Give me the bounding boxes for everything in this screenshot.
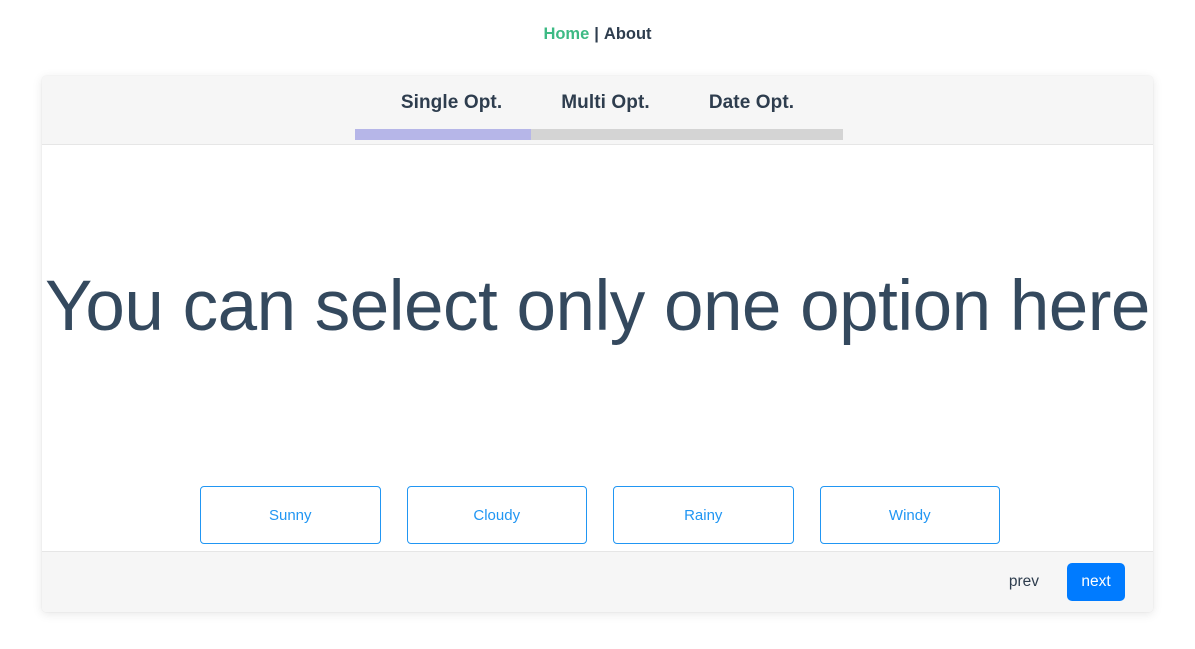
option-list: Sunny Cloudy Rainy Windy — [200, 486, 1000, 544]
step-heading: You can select only one option here — [45, 267, 1150, 346]
option-button-windy[interactable]: Windy — [819, 486, 1000, 544]
option-button-sunny[interactable]: Sunny — [200, 486, 381, 544]
page-root: Home | About Single Opt. Multi Opt. Date… — [0, 0, 1195, 649]
option-button-cloudy[interactable]: Cloudy — [406, 486, 587, 544]
top-navigation: Home | About — [0, 0, 1195, 68]
option-button-rainy[interactable]: Rainy — [613, 486, 794, 544]
nav-link-home[interactable]: Home — [543, 25, 589, 44]
wizard-progress-fill — [355, 129, 531, 140]
wizard-card: Single Opt. Multi Opt. Date Opt. You can… — [42, 76, 1153, 612]
tab-single-opt[interactable]: Single Opt. — [401, 92, 502, 114]
nav-link-about[interactable]: About — [604, 25, 652, 44]
next-button[interactable]: next — [1067, 563, 1125, 601]
wizard-progress-bar — [355, 129, 843, 140]
tab-multi-opt[interactable]: Multi Opt. — [561, 92, 650, 114]
wizard-header: Single Opt. Multi Opt. Date Opt. — [42, 76, 1153, 145]
prev-button[interactable]: prev — [1007, 569, 1041, 595]
wizard-body: You can select only one option here Sunn… — [42, 145, 1153, 551]
wizard-footer: prev next — [42, 551, 1153, 612]
tab-date-opt[interactable]: Date Opt. — [709, 92, 794, 114]
step-tabs: Single Opt. Multi Opt. Date Opt. — [42, 76, 1153, 130]
nav-separator: | — [594, 24, 599, 43]
